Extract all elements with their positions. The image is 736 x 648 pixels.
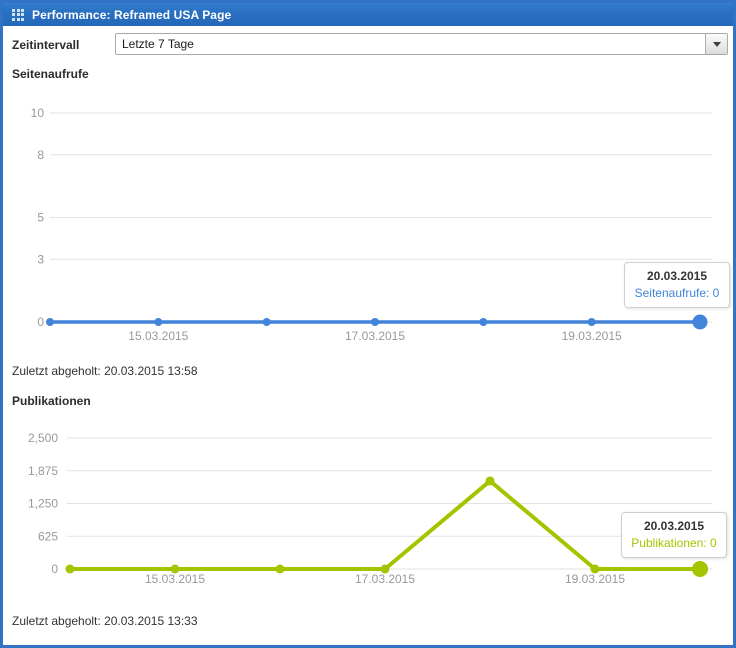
- chart2-tooltip-date: 20.03.2015: [643, 519, 705, 533]
- seitenaufrufe-chart[interactable]: 0 3 5 8 10 15.03.2015 17.03.2015 19.03.2015: [3, 97, 733, 349]
- svg-text:8: 8: [37, 148, 44, 162]
- svg-text:0: 0: [51, 562, 58, 576]
- chart1-tooltip-value: Seitenaufrufe: 0: [634, 286, 720, 300]
- chart1-tooltip-date: 20.03.2015: [646, 269, 708, 283]
- svg-text:10: 10: [31, 106, 45, 120]
- svg-text:2,500: 2,500: [28, 431, 58, 445]
- chart2-tooltip-value: Publikationen: 0: [631, 536, 717, 550]
- portlet-window: Performance: Reframed USA Page Zeitinter…: [0, 0, 736, 648]
- svg-text:17.03.2015: 17.03.2015: [355, 572, 415, 586]
- svg-text:17.03.2015: 17.03.2015: [345, 329, 405, 343]
- portlet-title: Performance: Reframed USA Page: [32, 7, 232, 22]
- chart1-tooltip: 20.03.2015 Seitenaufrufe: 0: [624, 262, 730, 308]
- svg-text:3: 3: [37, 252, 44, 266]
- chart1-title: Seitenaufrufe: [12, 67, 89, 81]
- chart2-tooltip: 20.03.2015 Publikationen: 0: [621, 512, 727, 558]
- svg-text:19.03.2015: 19.03.2015: [565, 572, 625, 586]
- svg-text:0: 0: [37, 315, 44, 329]
- dropdown-arrow-icon[interactable]: [705, 34, 727, 54]
- chart2-last-fetched: Zuletzt abgeholt: 20.03.2015 13:33: [12, 614, 198, 628]
- zeitintervall-label: Zeitintervall: [12, 38, 80, 52]
- zeitintervall-select[interactable]: Letzte 7 Tage: [115, 33, 728, 55]
- svg-text:5: 5: [37, 211, 44, 225]
- svg-text:625: 625: [38, 529, 58, 543]
- chart1-last-fetched-label: Zuletzt abgeholt:: [12, 364, 101, 378]
- chart2-last-fetched-label: Zuletzt abgeholt:: [12, 614, 101, 628]
- svg-text:15.03.2015: 15.03.2015: [128, 329, 188, 343]
- svg-text:19.03.2015: 19.03.2015: [562, 329, 622, 343]
- chart1-last-fetched: Zuletzt abgeholt: 20.03.2015 13:58: [12, 364, 198, 378]
- svg-text:15.03.2015: 15.03.2015: [145, 572, 205, 586]
- chart1-last-fetched-value: 20.03.2015 13:58: [104, 364, 198, 378]
- portlet-grid-icon: [12, 8, 25, 22]
- zeitintervall-selected-value: Letzte 7 Tage: [122, 37, 194, 51]
- portlet-titlebar[interactable]: Performance: Reframed USA Page: [3, 3, 733, 26]
- chart2-title: Publikationen: [12, 394, 91, 408]
- chart2-last-fetched-value: 20.03.2015 13:33: [104, 614, 198, 628]
- svg-text:1,250: 1,250: [28, 497, 58, 511]
- svg-text:1,875: 1,875: [28, 464, 58, 478]
